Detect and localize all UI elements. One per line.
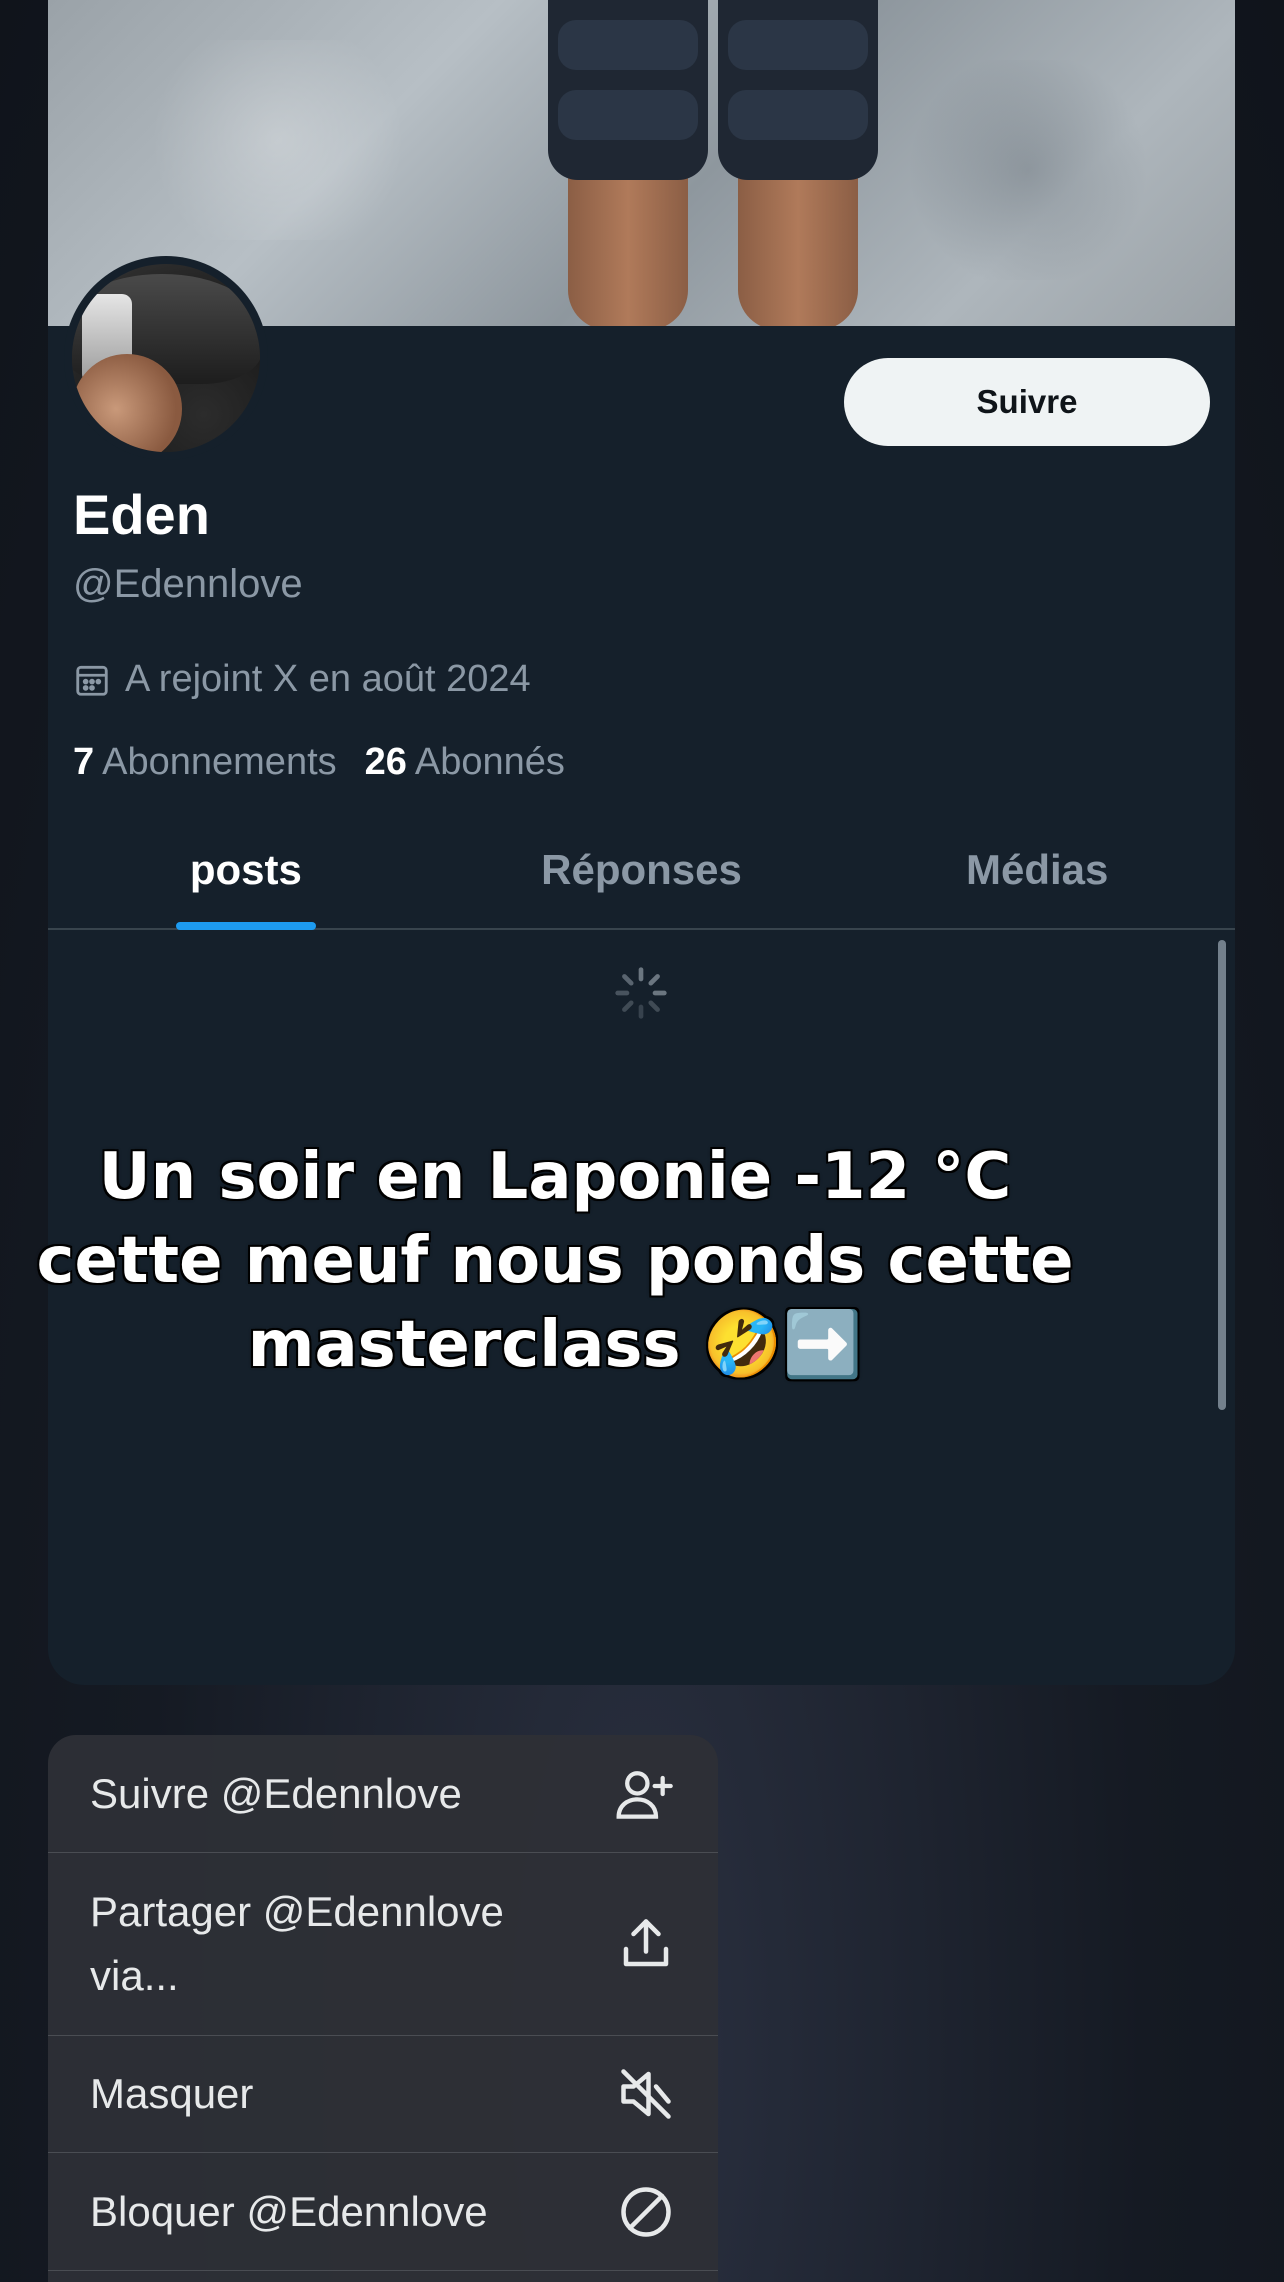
follow-stats: 7 Abonnements 26 Abonnés: [73, 741, 565, 784]
menu-item-mute-label: Masquer: [90, 2070, 254, 2117]
followers-link[interactable]: 26 Abonnés: [365, 741, 565, 784]
video-caption-overlay: Un soir en Laponie -12 °C cette meuf nou…: [36, 1140, 1074, 1382]
followers-label: Abonnés: [414, 741, 565, 783]
share-icon: [623, 1919, 669, 1967]
following-count: 7: [73, 741, 95, 783]
tab-replies-label: Réponses: [541, 846, 742, 893]
scrollbar[interactable]: [1218, 940, 1226, 1410]
calendar-icon: [76, 665, 108, 696]
add-user-icon: [616, 1770, 673, 1819]
menu-item-mute[interactable]: Masquer: [48, 2036, 718, 2153]
joined-date: A rejoint X en août 2024: [73, 658, 531, 701]
profile-name: Eden: [73, 483, 210, 546]
loading-spinner-icon: [615, 967, 667, 1019]
tab-replies[interactable]: Réponses: [444, 820, 840, 928]
tab-posts-label: posts: [189, 846, 302, 893]
profile-tabs: posts Réponses Médias: [48, 820, 1235, 930]
context-menu: Suivre @Edennlove Partager @Edennlove vi…: [48, 1735, 718, 2282]
follow-button[interactable]: Suivre: [844, 358, 1210, 446]
tab-media[interactable]: Médias: [839, 820, 1235, 928]
block-icon: [621, 2186, 671, 2237]
menu-item-follow-label: Suivre @Edennlove: [90, 1769, 462, 1817]
tab-posts[interactable]: posts: [48, 820, 444, 930]
profile-handle: @Edennlove: [73, 562, 303, 606]
menu-item-block[interactable]: Bloquer @Edennlove: [48, 2153, 718, 2271]
active-tab-indicator: [175, 922, 316, 930]
menu-item-share-label: Partager @Edennlove via...: [90, 1888, 504, 1999]
menu-item-block-label: Bloquer @Edennlove: [90, 2187, 488, 2235]
following-link[interactable]: 7 Abonnements: [73, 741, 337, 784]
profile-card: Suivre Eden @Edennlove A rejoint X en ao…: [48, 0, 1235, 1685]
menu-item-share[interactable]: Partager @Edennlove via...: [48, 1853, 718, 2036]
following-label: Abonnements: [102, 741, 337, 783]
avatar[interactable]: [64, 256, 268, 460]
joined-text: A rejoint X en août 2024: [125, 658, 531, 700]
followers-count: 26: [364, 741, 407, 783]
menu-item-follow[interactable]: Suivre @Edennlove: [48, 1735, 718, 1853]
tab-media-label: Médias: [965, 846, 1109, 893]
mute-icon: [621, 2069, 671, 2119]
